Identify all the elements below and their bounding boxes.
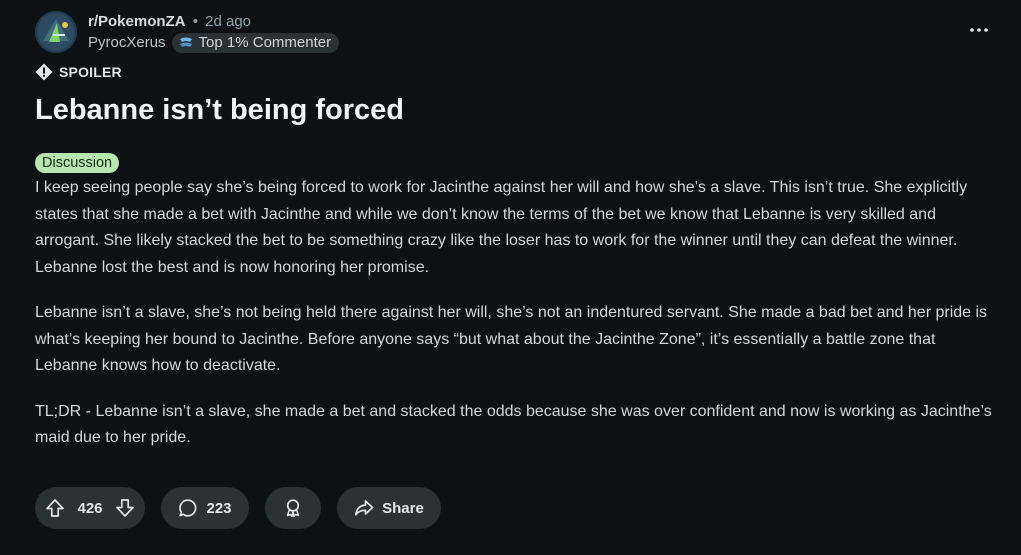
spoiler-tag: SPOILER [35,63,122,81]
subreddit-name[interactable]: r/PokemonZA [88,13,186,30]
action-bar: 426 223 Share [35,487,441,529]
body-paragraph: TL;DR - Lebanne isn’t a slave, she made … [35,402,992,447]
subreddit-avatar[interactable] [35,11,77,53]
upvote-button[interactable] [45,498,65,518]
award-button[interactable] [265,487,321,529]
post-flair[interactable]: Discussion [35,153,120,173]
comments-button[interactable]: 223 [161,487,249,529]
downvote-button[interactable] [115,498,135,518]
more-options-button[interactable] [967,22,991,38]
body-paragraph: Lebanne isn’t a slave, she’s not being h… [35,304,988,374]
post-time: 2d ago [205,13,252,30]
spoiler-label: SPOILER [59,64,122,80]
warning-diamond-icon [35,63,53,81]
commenter-badge-icon [179,37,192,47]
vote-count: 426 [77,499,103,517]
body-paragraph: I keep seeing people say she’s being for… [35,179,968,276]
comment-count: 223 [206,499,232,517]
upvote-arrow-icon [46,499,64,517]
post-meta: r/PokemonZA • 2d ago [88,13,251,31]
share-label: Share [382,499,424,517]
award-icon [286,499,300,518]
author-badge: Top 1% Commenter [171,33,340,53]
author-name[interactable]: PyrocXerus [88,33,166,53]
comment-bubble-icon [179,499,197,517]
share-arrow-icon [355,500,374,516]
vote-group: 426 [35,487,145,529]
author-badge-label: Top 1% Commenter [198,34,332,51]
downvote-arrow-icon [116,499,134,517]
post-title[interactable]: Lebanne isn’t being forced [35,92,404,128]
meta-separator: • [192,13,198,30]
more-horizontal-icon [970,28,988,32]
post-body: I keep seeing people say she’s being for… [35,175,995,471]
author-line: PyrocXerus Top 1% Commenter [88,33,340,53]
share-button[interactable]: Share [337,487,441,529]
